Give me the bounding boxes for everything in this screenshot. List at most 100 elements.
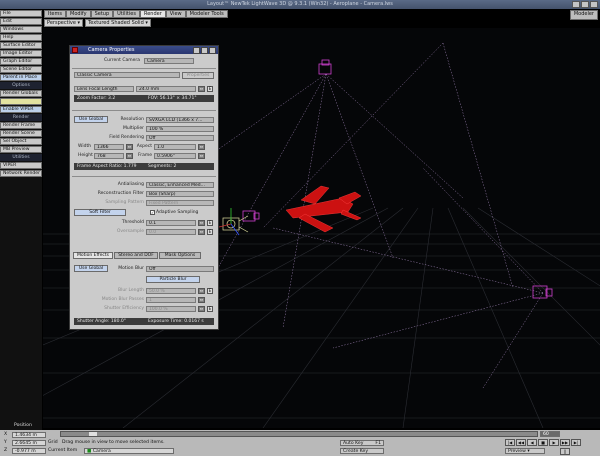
next-key-icon[interactable]: ▶▶ [560, 439, 570, 446]
preview-dropdown[interactable]: Preview ▾ [505, 448, 545, 454]
play-reverse-icon[interactable]: ◀ [527, 439, 537, 446]
shutter-efficiency-input[interactable]: 100.0 % [146, 306, 196, 312]
envelope-button-icon[interactable]: E [207, 86, 213, 92]
render-scene-button[interactable]: Render Scene [0, 130, 42, 137]
restore-icon[interactable] [201, 47, 208, 54]
slider-arrows-icon[interactable]: ⇔ [126, 153, 133, 159]
image-editor-button[interactable]: Image Editor [0, 50, 42, 57]
use-global-motion-button[interactable]: Use Global [74, 265, 108, 272]
viper-button[interactable]: VIPER [0, 162, 42, 169]
file-menu-button[interactable]: File [0, 10, 42, 17]
minimize-icon[interactable] [572, 1, 580, 8]
tab-motion-effects[interactable]: Motion Effects [73, 252, 113, 259]
slider-arrows-icon[interactable]: ⇔ [198, 229, 205, 235]
scene-editor-button[interactable]: Scene Editor [0, 66, 42, 73]
mb-preview-button[interactable]: MB Preview [0, 146, 42, 153]
last-frame-icon[interactable]: ▶| [571, 439, 581, 446]
oversample-input[interactable]: 0.0 [146, 229, 196, 235]
width-input[interactable]: 1366 [94, 144, 124, 150]
close-icon[interactable] [209, 47, 216, 54]
auto-key-toggle[interactable]: Auto Key F1 [340, 440, 384, 446]
tab-render[interactable]: Render [139, 10, 166, 18]
motion-blur-passes-input[interactable]: 1 [146, 297, 196, 303]
multiplier-dropdown[interactable]: 100 % [146, 126, 214, 132]
frame-slider[interactable] [60, 431, 538, 437]
surface-editor-button[interactable]: Surface Editor [0, 42, 42, 49]
tab-utilities[interactable]: Utilities [113, 10, 140, 18]
current-camera-dropdown[interactable]: Camera [144, 58, 194, 64]
sel-object-button[interactable]: Sel Object [0, 138, 42, 145]
enable-viper-button[interactable]: Enable VIPER [0, 106, 42, 113]
slider-arrows-icon[interactable]: ⇔ [198, 297, 205, 303]
view-type-dropdown[interactable]: Perspective ▾ [44, 19, 84, 27]
airplane-model[interactable] [285, 185, 362, 233]
use-global-resolution-button[interactable]: Use Global [74, 116, 108, 123]
adaptive-sampling-checkbox[interactable]: ✓ [150, 210, 155, 215]
slider-arrows-icon[interactable]: ⇔ [198, 288, 205, 294]
shading-dropdown[interactable]: Textured Shaded Solid ▾ [85, 19, 151, 27]
slider-arrows-icon[interactable]: ⇔ [126, 144, 133, 150]
slider-arrows-icon[interactable]: ⇔ [198, 144, 205, 150]
envelope-button-icon[interactable]: E [207, 288, 213, 294]
move-gizmo-icon[interactable] [218, 208, 240, 236]
height-input[interactable]: 768 [94, 153, 124, 159]
first-frame-icon[interactable]: |◀ [505, 439, 515, 446]
blur-length-input[interactable]: 50.0 % [146, 288, 196, 294]
maximize-icon[interactable] [581, 1, 589, 8]
minimize-icon[interactable] [193, 47, 200, 54]
motion-blur-dropdown[interactable]: Off [146, 266, 214, 272]
slider-arrows-icon[interactable]: ⇔ [198, 86, 205, 92]
frame-slider-handle[interactable] [89, 432, 97, 436]
reconstruction-filter-dropdown[interactable]: Box (Sharp) [146, 191, 214, 197]
network-render-button[interactable]: Network Render [0, 170, 42, 177]
envelope-button-icon[interactable]: E [207, 306, 213, 312]
lens-focal-length-input[interactable]: 24.0 mm [136, 86, 196, 92]
help-menu-button[interactable]: Help [0, 34, 42, 41]
field-rendering-dropdown[interactable]: Off [146, 135, 214, 141]
slider-arrows-icon[interactable]: ⇔ [198, 220, 205, 226]
tab-mask-options[interactable]: Mask Options [159, 252, 201, 259]
close-icon[interactable] [590, 1, 598, 8]
panel-title-bar[interactable]: Camera Properties [70, 46, 218, 54]
current-item-dropdown[interactable]: ■ Camera [84, 448, 174, 454]
prev-key-icon[interactable]: ◀◀ [516, 439, 526, 446]
tab-items[interactable]: Items [44, 10, 66, 18]
tab-modify[interactable]: Modify [66, 10, 91, 18]
create-key-button[interactable]: Create Key [340, 448, 384, 454]
camera-properties-button[interactable] [0, 98, 42, 105]
slider-arrows-icon[interactable]: ⇔ [198, 306, 205, 312]
lens-mode-dropdown[interactable]: Lens Focal Length [74, 86, 134, 92]
frame-input[interactable]: 0.5906" [154, 153, 196, 159]
edit-menu-button[interactable]: Edit [0, 18, 42, 25]
spotlight-icon[interactable] [242, 210, 260, 222]
aspect-input[interactable]: 1.0 [154, 144, 196, 150]
antialiasing-dropdown[interactable]: Classic, Enhanced Med... [146, 182, 214, 188]
camera-type-dropdown[interactable]: Classic Camera [74, 72, 180, 78]
parent-in-place-button[interactable]: Parent in Place [0, 74, 42, 81]
render-globals-button[interactable]: Render Globals [0, 90, 42, 97]
soft-filter-button[interactable]: Soft Filter [74, 209, 126, 216]
envelope-button-icon[interactable]: E [207, 229, 213, 235]
spotlight-icon[interactable] [318, 59, 332, 75]
resolution-dropdown[interactable]: SVXGA LCD (1366 x 7... [146, 117, 214, 123]
tab-modeler-tools[interactable]: Modeler Tools [185, 10, 228, 18]
particle-blur-button[interactable]: Particle Blur [146, 276, 200, 283]
tab-setup[interactable]: Setup [90, 10, 114, 18]
tab-view[interactable]: View [165, 10, 186, 18]
modeler-button[interactable]: Modeler [569, 10, 598, 20]
sampling-pattern-dropdown[interactable]: Fixed Pattern [146, 200, 214, 206]
end-frame-display[interactable]: 60 [540, 431, 560, 437]
windows-menu-button[interactable]: Windows [0, 26, 42, 33]
graph-editor-button[interactable]: Graph Editor [0, 58, 42, 65]
y-position-input[interactable]: 2.6645 m [12, 440, 46, 446]
camera-type-properties-button[interactable]: Properties [182, 72, 214, 79]
z-position-input[interactable]: -0.977 m [12, 448, 46, 454]
tab-stereo-and-dof[interactable]: Stereo and DOF [114, 252, 158, 259]
slider-arrows-icon[interactable]: ⇔ [198, 153, 205, 159]
render-frame-button[interactable]: Render Frame [0, 122, 42, 129]
x-position-input[interactable]: 1.4634 m [12, 432, 46, 438]
step-icon[interactable]: ‖ [560, 448, 570, 455]
close-icon[interactable] [72, 47, 78, 53]
stop-icon[interactable]: ■ [538, 439, 548, 446]
play-icon[interactable]: ▶ [549, 439, 559, 446]
